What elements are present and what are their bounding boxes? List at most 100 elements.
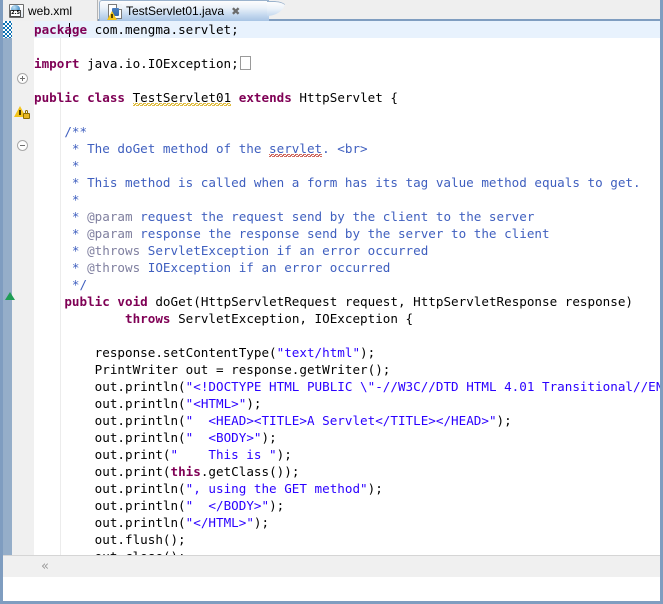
code-token-cmt: * The doGet method of the bbox=[34, 141, 269, 156]
code-token-plain: out.println( bbox=[34, 430, 186, 445]
code-token-cmt: * bbox=[34, 260, 87, 275]
code-token-plain: ); bbox=[261, 430, 276, 445]
tab-testservlet01-java[interactable]: TestServlet01.java ✖ bbox=[99, 0, 269, 21]
code-token-plain: ); bbox=[277, 447, 292, 462]
code-token-plain: ); bbox=[254, 515, 269, 530]
scrollbar-left-cap bbox=[3, 556, 34, 577]
code-token-cmt: request the request send by the client t… bbox=[133, 209, 535, 224]
code-line[interactable]: out.println(" <BODY>"); bbox=[34, 429, 277, 446]
code-text-surface[interactable]: package com.mengma.servlet; import java.i… bbox=[3, 21, 660, 577]
code-line[interactable]: out.print(this.getClass()); bbox=[34, 463, 299, 480]
xml-version-badge: 2.5 bbox=[10, 10, 21, 17]
code-token-plain: com.mengma.servlet; bbox=[87, 22, 239, 37]
code-line[interactable]: public void doGet(HttpServletRequest req… bbox=[34, 293, 633, 310]
code-token-plain: ); bbox=[360, 345, 375, 360]
code-token-cmt: response the response send by the server… bbox=[133, 226, 550, 241]
code-line[interactable]: * The doGet method of the servlet. <br> bbox=[34, 140, 368, 157]
editor-tab-bar: 2.5 web.xml TestServlet01.java ✖ bbox=[3, 0, 663, 21]
code-token-str: "<HTML>" bbox=[186, 396, 247, 411]
code-line[interactable]: out.println("</HTML>"); bbox=[34, 514, 269, 531]
java-file-warning-icon bbox=[108, 4, 122, 19]
code-token-str: ", using the GET method" bbox=[186, 481, 368, 496]
warning-overlay-icon bbox=[107, 11, 117, 20]
code-token-str: "</HTML>" bbox=[186, 515, 254, 530]
code-token-plain bbox=[125, 90, 133, 105]
code-token-plain: out.println( bbox=[34, 396, 186, 411]
code-token-tag: @param bbox=[87, 226, 133, 241]
code-token-plain: .getClass()); bbox=[201, 464, 300, 479]
code-line[interactable]: response.setContentType("text/html"); bbox=[34, 344, 375, 361]
code-token-tag: @param bbox=[87, 209, 133, 224]
code-token-plain: ); bbox=[246, 396, 261, 411]
code-token-kw: this bbox=[170, 464, 200, 479]
eclipse-editor-window: 2.5 web.xml TestServlet01.java ✖ package… bbox=[0, 0, 663, 604]
code-token-plain: out.println( bbox=[34, 498, 186, 513]
code-line[interactable]: /** bbox=[34, 123, 87, 140]
code-line[interactable]: import java.io.IOException; bbox=[34, 55, 251, 72]
code-line[interactable]: public class TestServlet01 extends HttpS… bbox=[34, 89, 398, 106]
code-token-plain: PrintWriter out = response.getWriter(); bbox=[34, 362, 390, 377]
code-token-plain: out.print( bbox=[34, 464, 170, 479]
code-token-str: "text/html" bbox=[277, 345, 360, 360]
code-token-plain: out.flush(); bbox=[34, 532, 186, 547]
code-line[interactable]: * bbox=[34, 157, 80, 174]
code-token-cmt: * bbox=[34, 192, 80, 207]
code-token-plain: java.io.IOException; bbox=[80, 56, 239, 71]
code-token-cmt: * bbox=[34, 209, 87, 224]
code-line[interactable]: package com.mengma.servlet; bbox=[34, 21, 239, 38]
code-token-str: " <BODY>" bbox=[186, 430, 262, 445]
spellcheck-underlined-token: servlet bbox=[269, 141, 322, 157]
tab-web-xml[interactable]: 2.5 web.xml bbox=[3, 0, 98, 21]
code-token-plain: out.println( bbox=[34, 515, 186, 530]
code-token-cmt: . <br> bbox=[322, 141, 368, 156]
code-token-cmt: * bbox=[34, 158, 80, 173]
code-line[interactable]: */ bbox=[34, 276, 87, 293]
code-token-kw: public void bbox=[64, 294, 147, 309]
code-token-plain: out.println( bbox=[34, 413, 186, 428]
horizontal-scrollbar[interactable]: « bbox=[3, 555, 660, 577]
code-line[interactable]: out.flush(); bbox=[34, 531, 186, 548]
code-token-plain: ); bbox=[497, 413, 512, 428]
code-token-cmt: * This method is called when a form has … bbox=[34, 175, 641, 190]
code-line[interactable]: * @throws IOException if an error occurr… bbox=[34, 259, 390, 276]
code-token-cmt: * bbox=[34, 226, 87, 241]
code-line[interactable]: throws ServletException, IOException { bbox=[34, 310, 413, 327]
code-line[interactable]: out.println(" <HEAD><TITLE>A Servlet</TI… bbox=[34, 412, 512, 429]
code-token-str: "<!DOCTYPE HTML PUBLIC \"-//W3C//DTD HTM… bbox=[186, 379, 660, 394]
code-token-cmt: /** bbox=[34, 124, 87, 139]
code-token-plain: HttpServlet { bbox=[292, 90, 398, 105]
code-token-plain bbox=[34, 311, 125, 326]
code-token-str: " <HEAD><TITLE>A Servlet</TITLE></HEAD>" bbox=[186, 413, 497, 428]
code-token-plain: doGet(HttpServletRequest request, HttpSe… bbox=[148, 294, 633, 309]
code-token-cmt: */ bbox=[34, 277, 87, 292]
code-line[interactable]: out.println("<HTML>"); bbox=[34, 395, 262, 412]
code-line[interactable]: out.println(" </BODY>"); bbox=[34, 497, 284, 514]
code-line[interactable]: out.println(", using the GET method"); bbox=[34, 480, 383, 497]
code-line[interactable]: * @param response the response send by t… bbox=[34, 225, 550, 242]
code-token-kw: public class bbox=[34, 90, 125, 105]
code-token-kw: throws bbox=[125, 311, 171, 326]
code-line[interactable]: * bbox=[34, 191, 80, 208]
code-token-plain bbox=[34, 294, 64, 309]
code-token-plain: ); bbox=[269, 498, 284, 513]
code-token-cmt: * bbox=[34, 243, 87, 258]
code-editor-area[interactable]: package com.mengma.servlet; import java.i… bbox=[3, 21, 660, 577]
tab-label-testservlet01-java: TestServlet01.java bbox=[126, 4, 224, 18]
code-token-kw: extends bbox=[239, 90, 292, 105]
code-token-tag: @throws bbox=[87, 260, 140, 275]
code-line[interactable]: * @param request the request send by the… bbox=[34, 208, 534, 225]
code-token-kw: import bbox=[34, 56, 80, 71]
code-token-cmt: IOException if an error occurred bbox=[140, 260, 390, 275]
code-token-plain: out.println( bbox=[34, 481, 186, 496]
scroll-left-icon[interactable]: « bbox=[41, 560, 49, 573]
code-line[interactable]: * This method is called when a form has … bbox=[34, 174, 641, 191]
code-line[interactable]: out.print(" This is "); bbox=[34, 446, 292, 463]
code-line[interactable]: * @throws ServletException if an error o… bbox=[34, 242, 428, 259]
code-token-plain: out.println( bbox=[34, 379, 186, 394]
code-line[interactable]: out.println("<!DOCTYPE HTML PUBLIC \"-//… bbox=[34, 378, 660, 395]
close-icon[interactable]: ✖ bbox=[231, 5, 240, 18]
code-token-kw: package bbox=[34, 22, 87, 37]
code-line[interactable]: PrintWriter out = response.getWriter(); bbox=[34, 361, 390, 378]
code-token-plain: ServletException, IOException { bbox=[171, 311, 414, 326]
collapsed-import-box-icon[interactable] bbox=[240, 56, 251, 70]
